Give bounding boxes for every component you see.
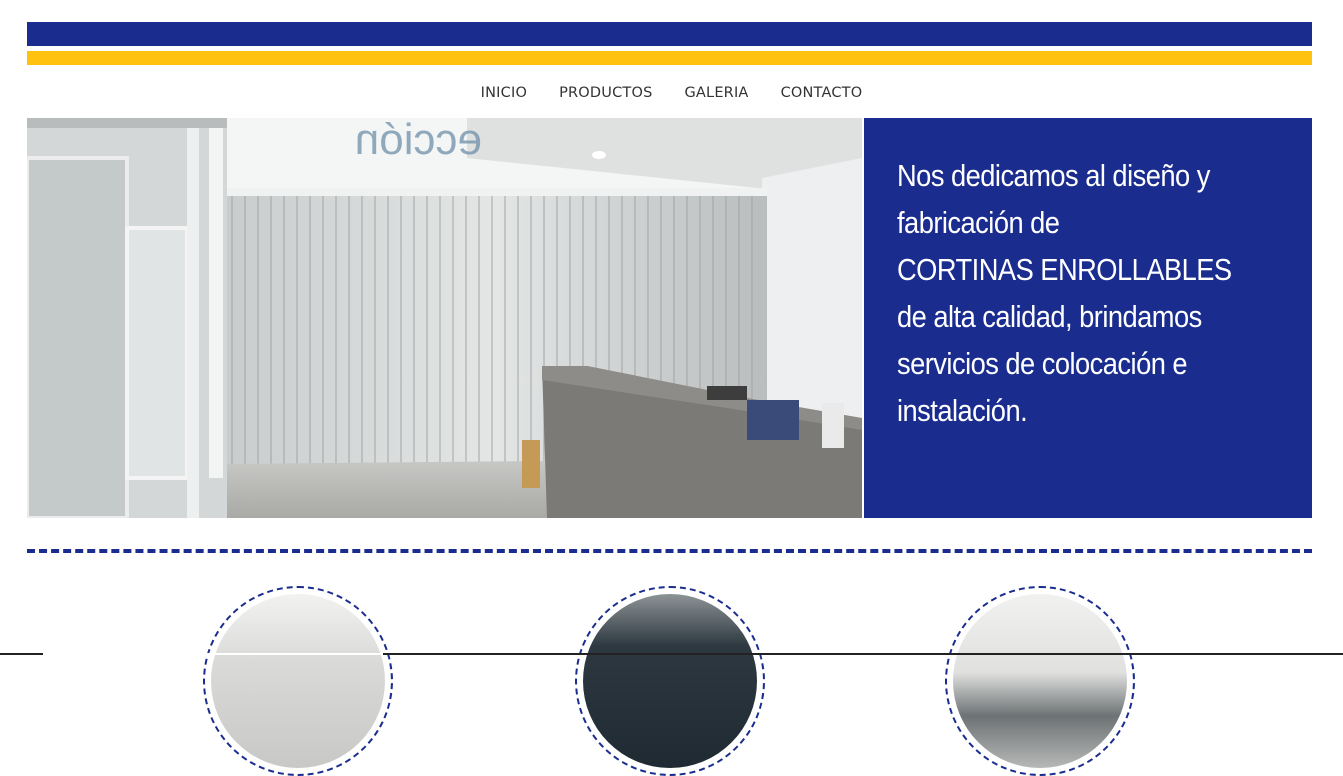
- hero-description: Nos dedicamos al diseño y fabricación de…: [897, 152, 1302, 434]
- hero-line-5: servicios de colocación e: [897, 346, 1188, 381]
- nav-item-productos[interactable]: PRODUCTOS: [559, 80, 652, 106]
- hero-photo: ección: [27, 118, 862, 518]
- hero-divider: [862, 118, 864, 518]
- feature-circle-3[interactable]: [945, 586, 1135, 776]
- hero-line-3: CORTINAS ENROLLABLES: [897, 252, 1232, 287]
- feature-circle-1[interactable]: [203, 586, 393, 776]
- nav-item-galeria[interactable]: GALERIA: [684, 80, 748, 106]
- section-separator: [27, 549, 1312, 553]
- dark-curtain-photo: [583, 594, 757, 768]
- hero-section: ección Nos dedicamos al diseño y fabrica…: [27, 118, 1312, 518]
- main-nav: INICIO PRODUCTOS GALERIA CONTACTO: [0, 80, 1343, 106]
- feature-circle-2[interactable]: [575, 586, 765, 776]
- hero-text-panel: Nos dedicamos al diseño y fabricación de…: [864, 118, 1312, 518]
- hero-line-2: fabricación de: [897, 205, 1060, 240]
- glass-lettering: ección: [355, 118, 482, 164]
- header-blue-bar: [27, 22, 1312, 46]
- header-yellow-bar: [27, 51, 1312, 65]
- nav-item-contacto[interactable]: CONTACTO: [781, 80, 863, 106]
- nav-item-inicio[interactable]: INICIO: [481, 80, 527, 106]
- office-curtain-photo: [953, 594, 1127, 768]
- hero-photo-illustration: ección: [27, 118, 862, 518]
- hero-line-6: instalación.: [897, 393, 1028, 428]
- hero-line-4: de alta calidad, brindamos: [897, 299, 1202, 334]
- ceiling-photo: [211, 594, 385, 768]
- hero-line-1: Nos dedicamos al diseño y: [897, 158, 1210, 193]
